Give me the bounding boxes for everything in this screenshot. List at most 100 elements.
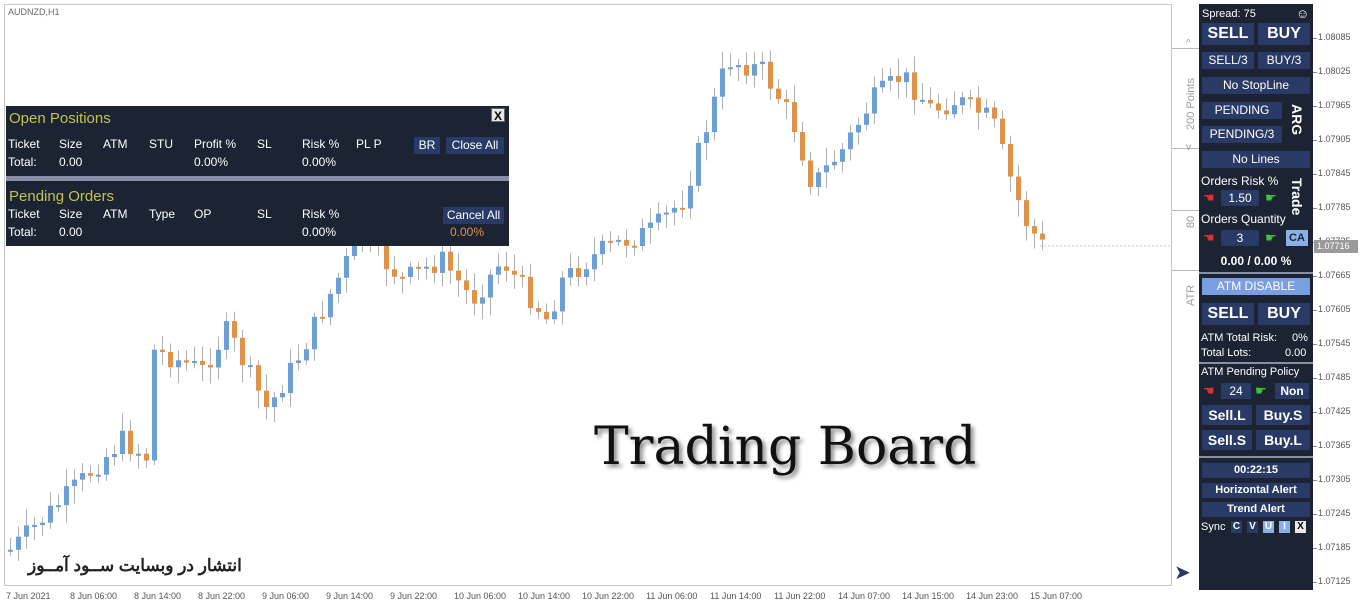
buy-stop-button[interactable]: Buy.S [1256,405,1310,425]
decrease-risk-icon[interactable]: ☚ [1203,190,1215,206]
candle-body [1024,200,1029,227]
price-tickmark [1313,582,1317,583]
price-tick: 1.08025 [1318,66,1351,76]
sell-third-button[interactable]: SELL/3 [1202,52,1254,69]
price-tickmark [1313,174,1317,175]
candle-body [128,430,133,455]
pending-header-type: Type [149,207,176,221]
price-tickmark [1313,208,1317,209]
candle-body [600,240,605,255]
br-button[interactable]: BR [414,137,440,154]
sync-c-toggle[interactable]: C [1231,521,1242,533]
pending-header-atm: ATM [103,207,128,221]
candle-body [1016,176,1021,201]
candle-body [160,349,165,353]
buy-third-button[interactable]: BUY/3 [1258,52,1310,69]
points-cap-down-icon: v [1186,142,1191,153]
candle-body [440,251,445,273]
candle-body [648,222,653,228]
time-tick: 9 Jun 14:00 [326,591,374,601]
candle-body [928,99,933,104]
pending-button[interactable]: PENDING [1202,102,1282,119]
candle-body [760,61,765,65]
sync-close-button[interactable]: X [1295,521,1306,533]
candle-body [624,239,629,246]
candle-body [888,75,893,81]
decrease-quantity-icon[interactable]: ☚ [1203,230,1215,246]
cancel-all-button[interactable]: Cancel All [443,207,504,224]
pending-third-button[interactable]: PENDING/3 [1202,126,1282,143]
candle-body [312,316,317,350]
pending-total-extra: 0.00% [450,225,485,239]
time-tick: 11 Jun 06:00 [646,591,698,601]
sell-stop-button[interactable]: Sell.S [1202,430,1252,450]
no-lines-button[interactable]: No Lines [1202,151,1310,168]
price-tick: 1.07365 [1318,440,1351,450]
orders-risk-value[interactable]: 1.50 [1221,190,1259,206]
candle-body [776,88,781,100]
policy-non-button[interactable]: Non [1275,383,1309,399]
panel-separator [6,174,509,181]
candle-body [144,453,149,461]
spread-label: Spread: 75 [1202,8,1256,20]
candle-body [280,393,285,398]
time-tick: 10 Jun 14:00 [518,591,571,601]
no-stopline-button[interactable]: No StopLine [1202,77,1310,94]
atm-total-risk-label: ATM Total Risk: [1201,332,1277,344]
buy-button[interactable]: BUY [1258,23,1310,45]
arg-label: ARG [1289,104,1305,136]
price-tickmark [1313,106,1317,107]
candle-body [816,172,821,188]
candle-body [568,268,573,278]
price-tick: 1.08085 [1318,32,1351,42]
candle-body [400,276,405,279]
sync-v-toggle[interactable]: V [1247,521,1258,533]
close-panel-button[interactable]: X [491,108,505,123]
candle-body [968,97,973,100]
marker-80-label: 80 [1185,215,1197,228]
trend-alert-button[interactable]: Trend Alert [1202,502,1310,517]
price-chart[interactable]: AUDNZD,H1 1.08085 1.08025 1.07965 1.07905 1.… [0,0,1360,607]
candle-body [880,80,885,88]
price-tick: 1.07845 [1318,168,1351,178]
policy-value[interactable]: 24 [1221,383,1251,399]
candle-body [48,505,53,523]
positions-panel: Open Positions X Ticket Size ATM STU Pro… [6,106,509,246]
candle-body [584,269,589,277]
price-tickmark [1313,378,1317,379]
decrease-policy-icon[interactable]: ☚ [1203,383,1215,399]
trading-app: AUDNZD,H1 1.08085 1.08025 1.07965 1.07905 1.… [0,0,1360,607]
sell-limit-button[interactable]: Sell.L [1202,405,1252,425]
orders-quantity-value[interactable]: 3 [1221,230,1259,246]
candle-body [856,124,861,133]
increase-risk-icon[interactable]: ☛ [1265,190,1277,206]
candle-body [536,308,541,312]
candle-body [248,365,253,368]
risk-percent-readout: 0.00 / 0.00 % [1220,254,1292,268]
sync-i-toggle[interactable]: I [1279,521,1290,533]
marker-80-line [1172,210,1200,211]
candle-body [80,473,85,480]
buy-limit-button[interactable]: Buy.L [1256,430,1310,450]
sell-button[interactable]: SELL [1202,23,1254,45]
candle-body [672,207,677,213]
price-tick: 1.07545 [1318,338,1351,348]
increase-quantity-icon[interactable]: ☛ [1265,230,1277,246]
close-all-button[interactable]: Close All [446,137,504,154]
pending-header-sl: SL [257,207,272,221]
candle-body [472,290,477,304]
increase-policy-icon[interactable]: ☛ [1255,383,1267,399]
atm-disable-button[interactable]: ATM DISABLE [1202,278,1310,295]
atm-buy-button[interactable]: BUY [1258,303,1310,325]
candle-body [784,99,789,103]
candle-body [616,239,621,242]
candle-body [216,349,221,368]
candle-body [504,266,509,271]
sync-u-toggle[interactable]: U [1263,521,1274,533]
open-header-size: Size [59,137,83,151]
time-tick: 8 Jun 06:00 [70,591,118,601]
horizontal-alert-button[interactable]: Horizontal Alert [1202,483,1310,498]
send-plane-icon[interactable]: ➤ [1174,560,1191,585]
ca-button[interactable]: CA [1286,230,1308,246]
atm-sell-button[interactable]: SELL [1202,303,1254,325]
